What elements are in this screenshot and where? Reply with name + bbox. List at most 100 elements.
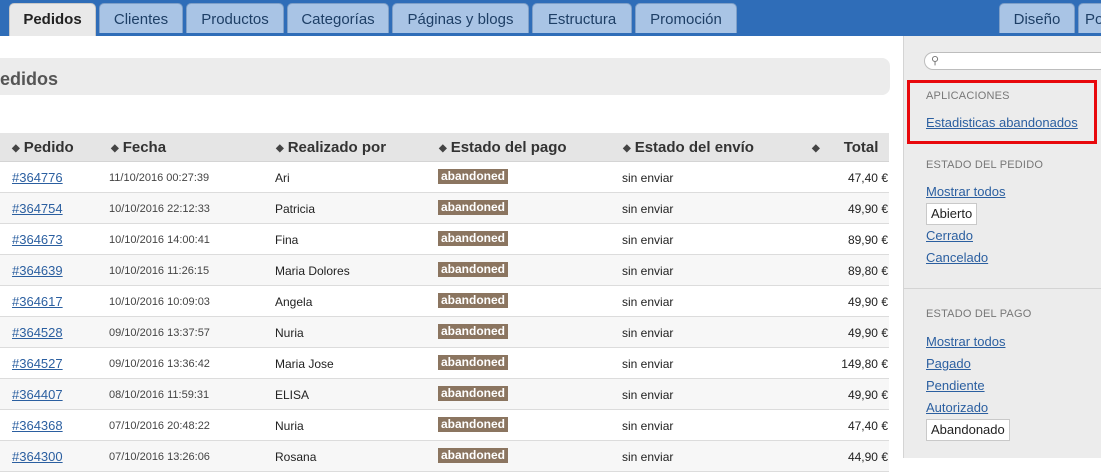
order-link[interactable]: #364776 <box>12 170 63 185</box>
column-header-estado-envio[interactable]: ◆ Estado del envío <box>623 139 754 156</box>
table-row: #364528 09/10/2016 13:37:57 Nuria abando… <box>0 317 889 348</box>
order-link[interactable]: #364407 <box>12 387 63 402</box>
tab-clientes[interactable]: Clientes <box>99 3 183 33</box>
tab-diseno[interactable]: Diseño <box>999 3 1075 33</box>
tab-estructura[interactable]: Estructura <box>532 3 632 33</box>
payment-status-pending[interactable]: Pendiente <box>926 378 985 393</box>
payment-status-abandoned-selected[interactable]: Abandonado <box>926 419 1010 441</box>
sort-icon: ◆ <box>276 143 284 154</box>
order-status-title: ESTADO DEL PEDIDO <box>926 159 1044 171</box>
payment-status-badge: abandoned <box>438 169 509 184</box>
column-header-fecha[interactable]: ◆ Fecha <box>111 139 166 156</box>
order-link[interactable]: #364673 <box>12 232 63 247</box>
order-total: 89,80 € <box>847 264 888 278</box>
order-customer: Fina <box>275 233 299 247</box>
page-title-box <box>0 58 890 95</box>
order-link[interactable]: #364527 <box>12 356 63 371</box>
table-header: ◆ Pedido ◆ Fecha ◆ Realizado por ◆ Estado de… <box>0 133 889 162</box>
order-customer: Ari <box>275 171 290 185</box>
payment-status-badge: abandoned <box>438 417 509 432</box>
order-date: 10/10/2016 11:26:15 <box>109 265 210 277</box>
order-link[interactable]: #364617 <box>12 294 63 309</box>
table-row: #364617 10/10/2016 10:09:03 Angela aband… <box>0 286 889 317</box>
table-row: #364673 10/10/2016 14:00:41 Fina abandon… <box>0 224 889 255</box>
order-date: 10/10/2016 22:12:33 <box>109 203 210 215</box>
column-header-estado-pago[interactable]: ◆ Estado del pago <box>439 139 567 156</box>
shipping-status: sin enviar <box>622 388 674 402</box>
table-row: #364527 09/10/2016 13:36:42 Maria Jose a… <box>0 348 889 379</box>
sort-icon: ◆ <box>111 143 119 154</box>
order-total: 149,80 € <box>841 357 888 371</box>
shipping-status: sin enviar <box>622 295 674 309</box>
order-date: 09/10/2016 13:37:57 <box>109 327 210 339</box>
table-row: #364407 08/10/2016 11:59:31 ELISA abando… <box>0 379 889 410</box>
order-customer: Maria Dolores <box>275 264 350 278</box>
tab-promocion[interactable]: Promoción <box>635 3 737 33</box>
tab-paginas-blogs[interactable]: Páginas y blogs <box>392 3 529 33</box>
sidebar-divider <box>904 288 1101 289</box>
order-total: 44,90 € <box>847 450 888 464</box>
payment-status-authorized[interactable]: Autorizado <box>926 400 988 415</box>
shipping-status: sin enviar <box>622 202 674 216</box>
order-status-open-selected[interactable]: Abierto <box>926 203 978 225</box>
order-total: 89,90 € <box>847 233 888 247</box>
shipping-status: sin enviar <box>622 326 674 340</box>
order-customer: ELISA <box>275 388 310 402</box>
table-row: #364368 07/10/2016 20:48:22 Nuria abando… <box>0 410 889 441</box>
sort-icon: ◆ <box>12 143 20 154</box>
apps-section-title: APLICACIONES <box>926 90 1010 102</box>
order-date: 07/10/2016 13:26:06 <box>109 451 210 463</box>
order-status-show-all[interactable]: Mostrar todos <box>926 184 1005 199</box>
order-customer: Patricia <box>275 202 316 216</box>
order-status-closed[interactable]: Cerrado <box>926 228 973 243</box>
order-total: 49,90 € <box>847 326 888 340</box>
column-header-total[interactable]: ◆ Total <box>812 139 878 156</box>
order-status-cancelled[interactable]: Cancelado <box>926 250 988 265</box>
payment-status-show-all[interactable]: Mostrar todos <box>926 334 1005 349</box>
table-row: #364639 10/10/2016 11:26:15 Maria Dolore… <box>0 255 889 286</box>
payment-status-badge: abandoned <box>438 262 509 277</box>
order-total: 49,90 € <box>847 388 888 402</box>
order-customer: Nuria <box>275 419 304 433</box>
table-row: #364754 10/10/2016 22:12:33 Patricia aba… <box>0 193 889 224</box>
order-date: 11/10/2016 00:27:39 <box>109 172 210 184</box>
payment-status-paid[interactable]: Pagado <box>926 356 971 371</box>
order-customer: Angela <box>275 295 313 309</box>
order-total: 49,90 € <box>847 202 888 216</box>
payment-status-badge: abandoned <box>438 448 509 463</box>
order-date: 10/10/2016 14:00:41 <box>109 234 210 246</box>
shipping-status: sin enviar <box>622 171 674 185</box>
tab-po[interactable]: Po <box>1078 3 1101 33</box>
order-date: 09/10/2016 13:36:42 <box>109 358 210 370</box>
search-icon: ⚲ <box>931 55 940 67</box>
tab-productos[interactable]: Productos <box>186 3 284 33</box>
payment-status-badge: abandoned <box>438 200 509 215</box>
tab-categorias[interactable]: Categorías <box>287 3 389 33</box>
order-date: 07/10/2016 20:48:22 <box>109 420 210 432</box>
column-header-realizado-por[interactable]: ◆ Realizado por <box>276 139 386 156</box>
order-total: 47,40 € <box>847 171 888 185</box>
order-customer: Rosana <box>275 450 317 464</box>
payment-status-badge: abandoned <box>438 231 509 246</box>
search-input[interactable]: ⚲ <box>924 52 1101 70</box>
table-row: #364300 07/10/2016 13:26:06 Rosana aband… <box>0 441 889 472</box>
sort-icon: ◆ <box>812 143 820 154</box>
payment-status-badge: abandoned <box>438 324 509 339</box>
top-nav-bar: Pedidos Clientes Productos Categorías Pá… <box>0 0 1101 36</box>
order-link[interactable]: #364754 <box>12 201 63 216</box>
sort-icon: ◆ <box>439 143 447 154</box>
tab-pedidos[interactable]: Pedidos <box>9 3 96 36</box>
order-total: 49,90 € <box>847 295 888 309</box>
order-link[interactable]: #364300 <box>12 449 63 464</box>
order-link[interactable]: #364639 <box>12 263 63 278</box>
shipping-status: sin enviar <box>622 233 674 247</box>
order-link[interactable]: #364368 <box>12 418 63 433</box>
order-link[interactable]: #364528 <box>12 325 63 340</box>
apps-link-abandoned-stats[interactable]: Estadisticas abandonados <box>926 115 1078 130</box>
payment-status-badge: abandoned <box>438 355 509 370</box>
page-title: edidos <box>0 69 59 89</box>
shipping-status: sin enviar <box>622 419 674 433</box>
order-total: 47,40 € <box>847 419 888 433</box>
order-customer: Maria Jose <box>275 357 334 371</box>
column-header-pedido[interactable]: ◆ Pedido <box>12 139 74 156</box>
